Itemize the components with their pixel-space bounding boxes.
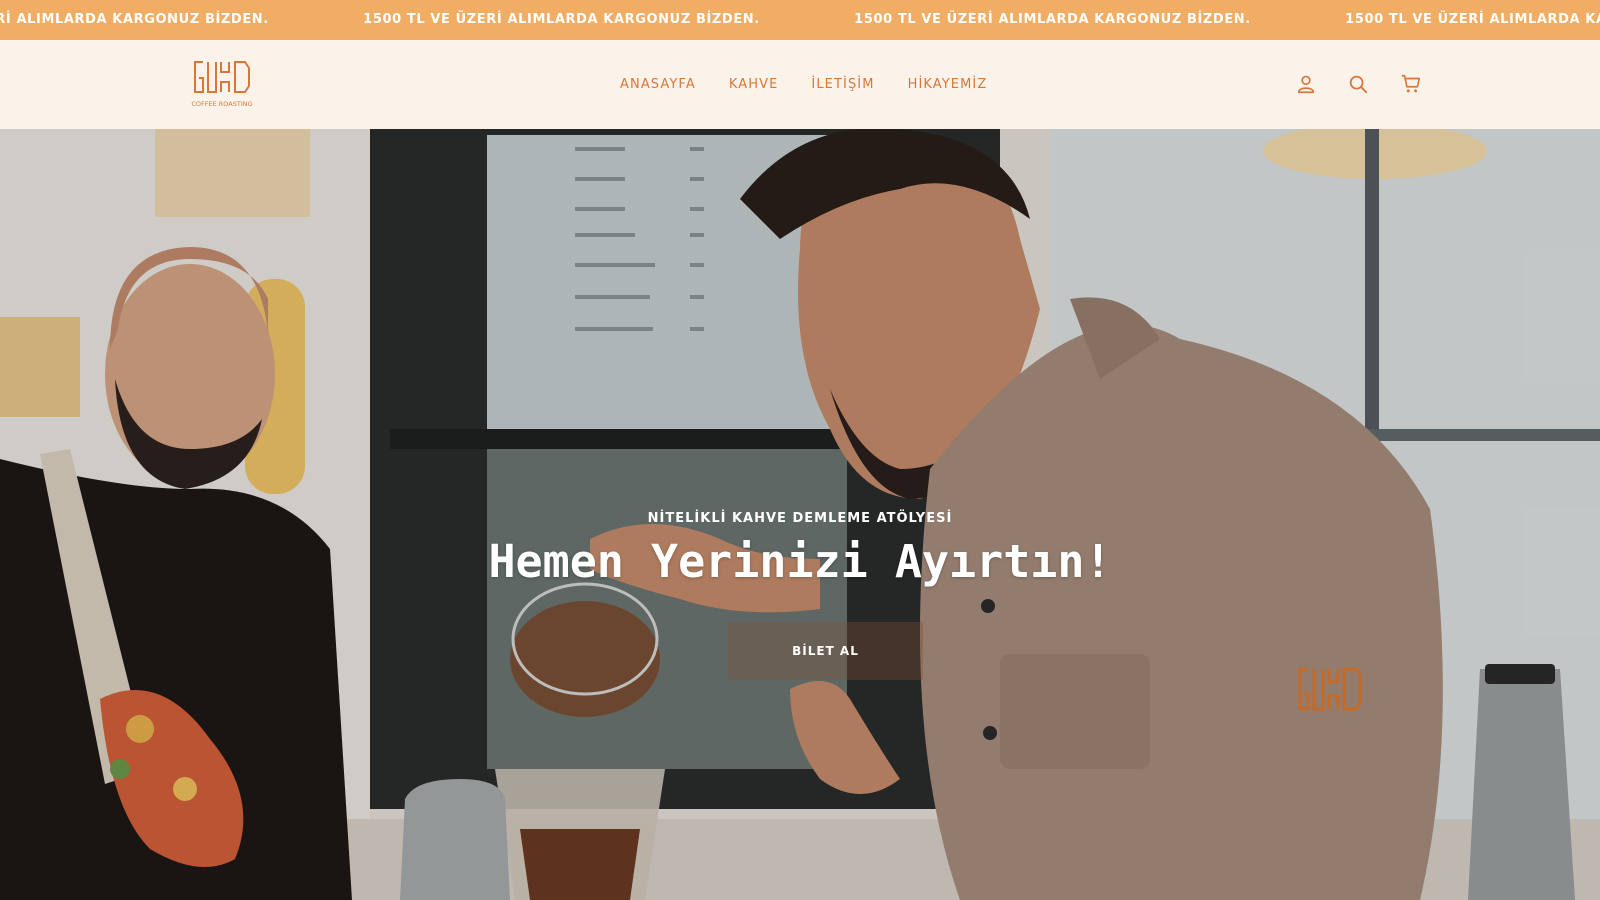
logo-tagline: COFFEE ROASTING: [191, 100, 252, 108]
search-button[interactable]: [1344, 70, 1372, 98]
site-header: COFFEE ROASTING ANASAYFA KAHVE İLETİŞİM …: [0, 40, 1600, 129]
announcement-bar: 1500 TL VE ÜZERİ ALIMLARDA KARGONUZ BİZD…: [0, 0, 1600, 40]
announcement-text: 1500 TL VE ÜZERİ ALIMLARDA KARGONUZ BİZD…: [363, 12, 760, 27]
hero-eyebrow: NİTELİKLİ KAHVE DEMLEME ATÖLYESİ: [647, 511, 953, 526]
logo-icon: COFFEE ROASTING: [191, 61, 253, 108]
hero-title: Hemen Yerinizi Ayırtın!: [488, 535, 1112, 588]
announcement-text: 1500 TL VE ÜZERİ ALIMLARDA KARGONUZ BİZD…: [1345, 12, 1600, 27]
announcement-track: 1500 TL VE ÜZERİ ALIMLARDA KARGONUZ BİZD…: [0, 0, 1600, 40]
nav-item-kahve[interactable]: KAHVE: [729, 77, 779, 92]
announcement-text: 1500 TL VE ÜZERİ ALIMLARDA KARGONUZ BİZD…: [854, 12, 1251, 27]
account-button[interactable]: [1292, 70, 1320, 98]
nav-item-iletisim[interactable]: İLETİŞİM: [811, 77, 874, 92]
hero-section: NİTELİKLİ KAHVE DEMLEME ATÖLYESİ Hemen Y…: [0, 129, 1600, 900]
buy-ticket-button[interactable]: BİLET AL: [728, 622, 923, 680]
search-icon: [1349, 75, 1368, 94]
main-nav: ANASAYFA KAHVE İLETİŞİM HİKAYEMİZ: [620, 40, 1020, 129]
account-icon: [1297, 75, 1315, 94]
cart-icon: [1401, 74, 1421, 93]
nav-item-anasayfa[interactable]: ANASAYFA: [620, 77, 696, 92]
announcement-text: 1500 TL VE ÜZERİ ALIMLARDA KARGONUZ BİZD…: [0, 12, 269, 27]
nav-item-hikayemiz[interactable]: HİKAYEMİZ: [908, 77, 988, 92]
logo-link[interactable]: COFFEE ROASTING: [191, 58, 253, 112]
cart-button[interactable]: [1397, 70, 1425, 98]
